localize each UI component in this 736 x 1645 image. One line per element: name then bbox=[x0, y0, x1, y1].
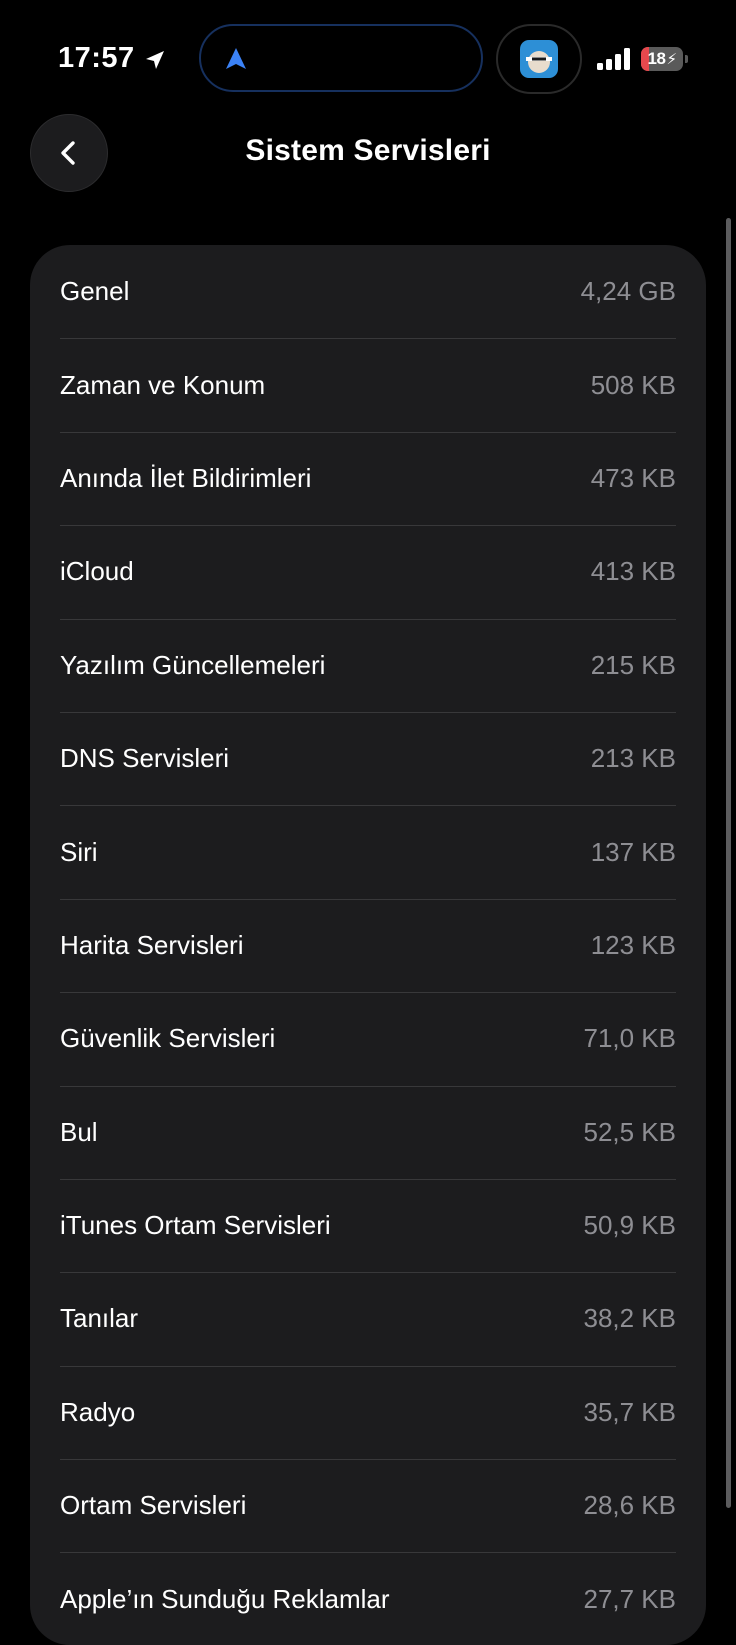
service-size: 35,7 KB bbox=[583, 1396, 676, 1427]
service-name: Radyo bbox=[60, 1396, 136, 1427]
service-size: 50,9 KB bbox=[583, 1210, 676, 1241]
battery-body: 18 ⚡︎ bbox=[641, 47, 683, 71]
charging-bolt-icon: ⚡︎ bbox=[666, 51, 677, 68]
list-item[interactable]: DNS Servisleri 213 KB bbox=[30, 711, 706, 805]
battery-icon: 18 ⚡︎ bbox=[641, 47, 689, 71]
list-item[interactable]: Bul 52,5 KB bbox=[30, 1085, 706, 1179]
service-name: Anında İlet Bildirimleri bbox=[60, 462, 312, 493]
list-item[interactable]: Radyo 35,7 KB bbox=[30, 1365, 706, 1459]
service-name: Genel bbox=[60, 276, 130, 307]
scroll-indicator[interactable] bbox=[726, 218, 731, 1508]
service-size: 52,5 KB bbox=[583, 1116, 676, 1147]
navigation-arrow-icon bbox=[226, 48, 246, 69]
app-thumbnail bbox=[520, 40, 558, 78]
service-name: iTunes Ortam Servisleri bbox=[60, 1210, 331, 1241]
page-title: Sistem Servisleri bbox=[245, 134, 491, 167]
service-size: 213 KB bbox=[590, 743, 676, 774]
service-size: 4,24 GB bbox=[580, 276, 676, 307]
service-size: 508 KB bbox=[590, 369, 676, 400]
status-time-text: 17:57 bbox=[58, 42, 135, 74]
service-name: Siri bbox=[60, 836, 98, 867]
list-item[interactable]: Ortam Servisleri 28,6 KB bbox=[30, 1459, 706, 1552]
list-item[interactable]: Siri 137 KB bbox=[30, 805, 706, 898]
battery-level-text: 18 bbox=[647, 49, 666, 68]
list-item[interactable]: Güvenlik Servisleri 71,0 KB bbox=[30, 992, 706, 1085]
list-item[interactable]: Genel 4,24 GB bbox=[30, 245, 706, 338]
service-size: 38,2 KB bbox=[583, 1303, 676, 1334]
status-time: 17:57 bbox=[58, 42, 167, 75]
status-bar: 17:57 18 ⚡︎ bbox=[0, 0, 736, 110]
service-name: Yazılım Güncellemeleri bbox=[60, 649, 326, 680]
services-list: Genel 4,24 GB Zaman ve Konum 508 KB Anında İ… bbox=[30, 245, 706, 1645]
battery-label: 18 ⚡︎ bbox=[641, 47, 683, 71]
service-size: 71,0 KB bbox=[583, 1023, 676, 1054]
cellular-signal-icon bbox=[597, 48, 630, 70]
list-item[interactable]: iTunes Ortam Servisleri 50,9 KB bbox=[30, 1178, 706, 1272]
location-arrow-icon bbox=[145, 50, 164, 69]
list-item[interactable]: Tanılar 38,2 KB bbox=[30, 1272, 706, 1365]
service-name: Zaman ve Konum bbox=[60, 369, 266, 400]
service-size: 27,7 KB bbox=[583, 1583, 676, 1614]
service-name: Bul bbox=[60, 1116, 98, 1147]
list-item[interactable]: Zaman ve Konum 508 KB bbox=[30, 338, 706, 431]
service-name: Apple’ın Sunduğu Reklamlar bbox=[60, 1583, 390, 1614]
list-item[interactable]: Anında İlet Bildirimleri 473 KB bbox=[30, 431, 706, 525]
app-thumbnail-image bbox=[520, 40, 558, 78]
service-name: Güvenlik Servisleri bbox=[60, 1023, 276, 1054]
service-name: Harita Servisleri bbox=[60, 929, 244, 960]
battery-cap bbox=[685, 55, 688, 63]
service-size: 215 KB bbox=[590, 649, 676, 680]
service-size: 137 KB bbox=[590, 836, 676, 867]
live-activity-bubble[interactable] bbox=[496, 24, 582, 94]
service-name: Tanılar bbox=[60, 1303, 139, 1334]
list-item[interactable]: Harita Servisleri 123 KB bbox=[30, 898, 706, 992]
list-item[interactable]: iCloud 413 KB bbox=[30, 525, 706, 618]
dynamic-island[interactable] bbox=[199, 24, 483, 92]
service-name: DNS Servisleri bbox=[60, 743, 230, 774]
list-item[interactable]: Yazılım Güncellemeleri 215 KB bbox=[30, 618, 706, 712]
service-name: Ortam Servisleri bbox=[60, 1490, 247, 1521]
service-size: 413 KB bbox=[590, 556, 676, 587]
service-size: 123 KB bbox=[590, 929, 676, 960]
service-size: 473 KB bbox=[590, 462, 676, 493]
service-name: iCloud bbox=[60, 556, 134, 587]
service-size: 28,6 KB bbox=[583, 1490, 676, 1521]
list-item[interactable]: Apple’ın Sunduğu Reklamlar 27,7 KB bbox=[30, 1552, 706, 1645]
